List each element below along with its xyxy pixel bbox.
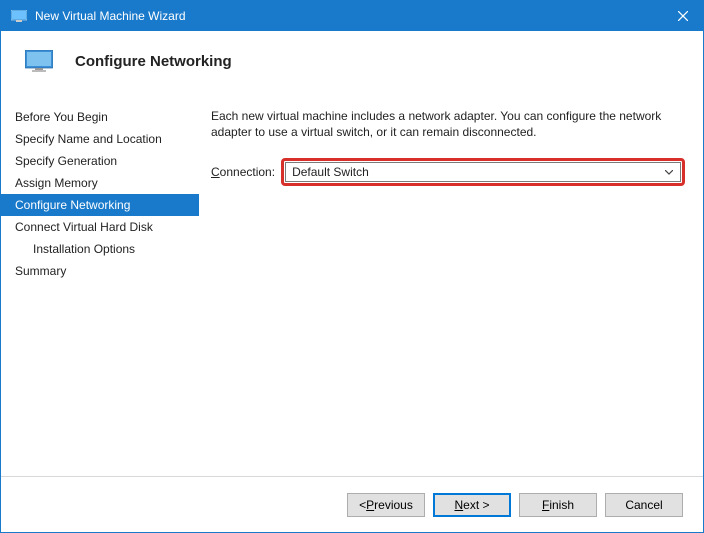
- sidebar-item-summary[interactable]: Summary: [1, 260, 199, 282]
- connection-label: Connection:: [211, 165, 275, 179]
- sidebar-item-configure-networking[interactable]: Configure Networking: [1, 194, 199, 216]
- close-button[interactable]: [663, 1, 703, 31]
- connection-value: Default Switch: [292, 165, 662, 179]
- footer: < Previous Next > Finish Cancel: [1, 476, 703, 532]
- sidebar-item-installation-options[interactable]: Installation Options: [1, 238, 199, 260]
- monitor-icon: [23, 49, 55, 73]
- sidebar-item-specify-generation[interactable]: Specify Generation: [1, 150, 199, 172]
- previous-button[interactable]: < Previous: [347, 493, 425, 517]
- titlebar: New Virtual Machine Wizard: [1, 1, 703, 31]
- connection-select[interactable]: Default Switch: [285, 162, 681, 182]
- wizard-window: New Virtual Machine Wizard Configure Net…: [0, 0, 704, 533]
- finish-button[interactable]: Finish: [519, 493, 597, 517]
- connection-highlight: Default Switch: [281, 158, 685, 186]
- connection-row: Connection: Default Switch: [211, 158, 685, 186]
- page-title: Configure Networking: [75, 53, 232, 70]
- main-content: Each new virtual machine includes a netw…: [199, 96, 703, 476]
- next-button[interactable]: Next >: [433, 493, 511, 517]
- sidebar: Before You BeginSpecify Name and Locatio…: [1, 96, 199, 476]
- sidebar-item-assign-memory[interactable]: Assign Memory: [1, 172, 199, 194]
- sidebar-item-before-you-begin[interactable]: Before You Begin: [1, 106, 199, 128]
- chevron-down-icon: [662, 170, 676, 175]
- app-icon: [11, 8, 27, 24]
- sidebar-item-specify-name-and-location[interactable]: Specify Name and Location: [1, 128, 199, 150]
- description-text: Each new virtual machine includes a netw…: [211, 108, 685, 140]
- sidebar-item-connect-virtual-hard-disk[interactable]: Connect Virtual Hard Disk: [1, 216, 199, 238]
- body: Before You BeginSpecify Name and Locatio…: [1, 96, 703, 476]
- titlebar-title: New Virtual Machine Wizard: [35, 9, 663, 23]
- header: Configure Networking: [1, 31, 703, 96]
- cancel-button[interactable]: Cancel: [605, 493, 683, 517]
